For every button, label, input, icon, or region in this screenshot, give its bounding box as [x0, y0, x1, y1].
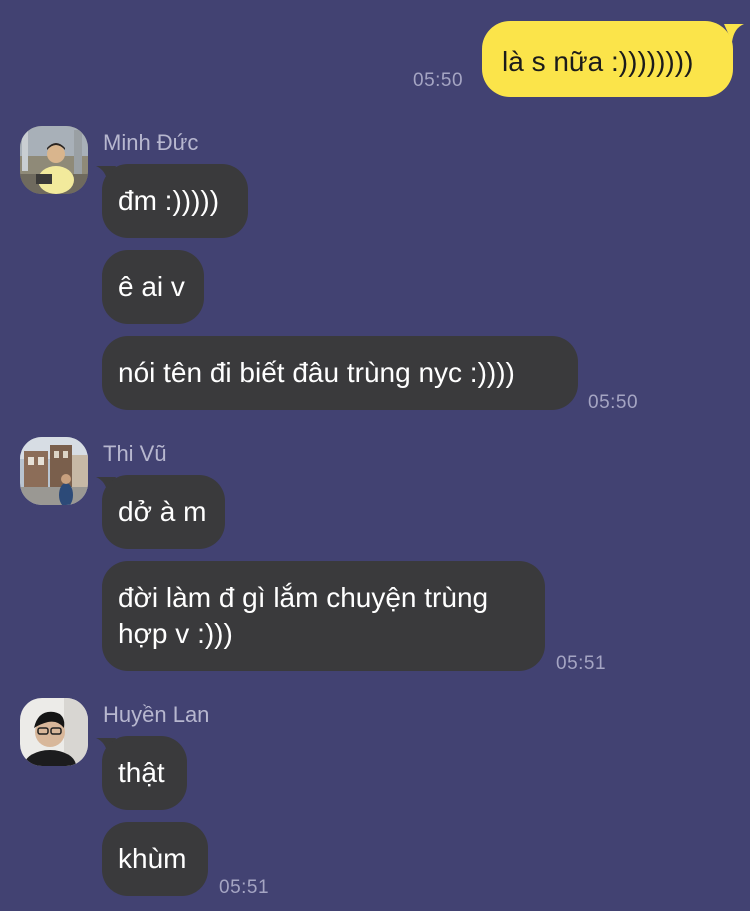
chat-thread: 05:50 là s nữa :)))))))) Minh Đức đm :))…: [0, 0, 750, 911]
incoming-bubble[interactable]: nói tên đi biết đâu trùng nyc :)))): [102, 336, 578, 410]
bubble-tail-icon: [724, 24, 744, 42]
avatar-photo-icon: [20, 126, 88, 194]
sender-name: Thi Vũ: [103, 441, 167, 466]
incoming-bubble[interactable]: đời làm đ gì lắm chuyện trùng hợp v :))): [102, 561, 545, 671]
avatar[interactable]: [20, 126, 88, 194]
incoming-bubble[interactable]: đm :))))): [102, 164, 248, 238]
message-timestamp: 05:51: [219, 877, 270, 898]
avatar[interactable]: [20, 698, 88, 766]
incoming-bubble[interactable]: dở à m: [102, 475, 225, 549]
sender-name: Minh Đức: [103, 130, 199, 155]
message-timestamp: 05:51: [556, 653, 607, 674]
avatar-photo-icon: [20, 437, 88, 505]
incoming-bubble[interactable]: ê ai v: [102, 250, 204, 324]
message-timestamp: 05:50: [588, 392, 639, 413]
outgoing-bubble[interactable]: là s nữa :)))))))): [482, 21, 733, 97]
message-timestamp: 05:50: [413, 70, 464, 91]
sender-name: Huyền Lan: [103, 702, 210, 727]
avatar[interactable]: [20, 437, 88, 505]
avatar-photo-icon: [20, 698, 88, 766]
incoming-bubble[interactable]: thật: [102, 736, 187, 810]
incoming-bubble[interactable]: khùm: [102, 822, 208, 896]
